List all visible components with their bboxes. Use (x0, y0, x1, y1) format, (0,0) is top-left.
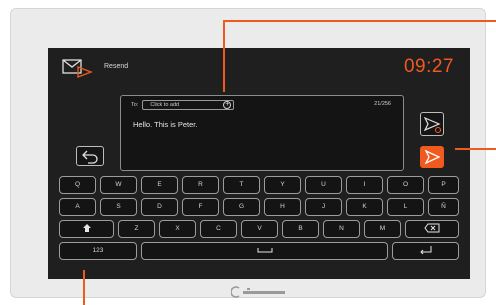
key-z[interactable]: Z (118, 220, 155, 238)
message-text[interactable]: Hello. This is Peter. (133, 120, 197, 129)
key-v[interactable]: V (241, 220, 278, 238)
recipient-row: To: Click to add + (131, 99, 235, 111)
key-w[interactable]: W (100, 176, 137, 194)
send-outline-icon (423, 116, 442, 134)
message-area[interactable]: To: Click to add + 21/256 Hello. This is… (120, 95, 404, 171)
key-i[interactable]: I (346, 176, 383, 194)
enter-icon (419, 246, 431, 255)
callout-line-right (455, 148, 496, 150)
shift-icon (82, 224, 91, 233)
key-x[interactable]: X (159, 220, 196, 238)
intercom-device: Resend 09:27 To: Click to add + 21/256 H… (10, 8, 486, 298)
key-n[interactable]: N (323, 220, 360, 238)
key-p[interactable]: P (428, 176, 459, 194)
envelope-forward-icon (62, 59, 93, 78)
numeric-key[interactable]: 123 (59, 242, 137, 260)
key-c[interactable]: C (200, 220, 237, 238)
key-n-tilde[interactable]: Ñ (428, 198, 459, 216)
brand-logo (231, 286, 285, 298)
key-a[interactable]: A (59, 198, 96, 216)
key-h[interactable]: H (264, 198, 301, 216)
key-u[interactable]: U (305, 176, 342, 194)
shift-key[interactable] (59, 220, 114, 238)
key-e[interactable]: E (141, 176, 178, 194)
key-d[interactable]: D (141, 198, 178, 216)
back-button[interactable] (76, 146, 104, 166)
key-o[interactable]: O (387, 176, 424, 194)
add-recipient-button[interactable]: + (223, 101, 232, 109)
callout-line-top-vertical (223, 20, 225, 92)
key-g[interactable]: G (223, 198, 260, 216)
key-q[interactable]: Q (59, 176, 96, 194)
return-arrow-icon (82, 150, 98, 164)
screen-title: Resend (104, 63, 129, 70)
key-m[interactable]: M (364, 220, 401, 238)
send-icon (424, 149, 441, 165)
key-k[interactable]: K (346, 198, 383, 216)
clock: 09:27 (403, 56, 454, 77)
key-y[interactable]: Y (264, 176, 301, 194)
screen: Resend 09:27 To: Click to add + 21/256 H… (48, 48, 470, 279)
space-icon (257, 248, 272, 253)
recipient-placeholder: Click to add (150, 102, 180, 108)
send-button[interactable] (420, 146, 444, 168)
key-l[interactable]: L (387, 198, 424, 216)
key-b[interactable]: B (282, 220, 319, 238)
key-f[interactable]: F (182, 198, 219, 216)
key-r[interactable]: R (182, 176, 219, 194)
space-key[interactable] (141, 242, 388, 260)
callout-line-top-horizontal (223, 20, 496, 22)
backspace-icon (424, 223, 440, 233)
enter-key[interactable] (392, 242, 459, 260)
character-counter: 21/256 (374, 101, 391, 107)
key-s[interactable]: S (100, 198, 137, 216)
key-t[interactable]: T (223, 176, 260, 194)
to-label: To: (131, 102, 139, 108)
recipient-field[interactable]: Click to add + (142, 100, 235, 110)
resend-button[interactable] (420, 112, 444, 136)
key-j[interactable]: J (305, 198, 342, 216)
callout-line-bottom (83, 270, 85, 305)
backspace-key[interactable] (405, 220, 459, 238)
